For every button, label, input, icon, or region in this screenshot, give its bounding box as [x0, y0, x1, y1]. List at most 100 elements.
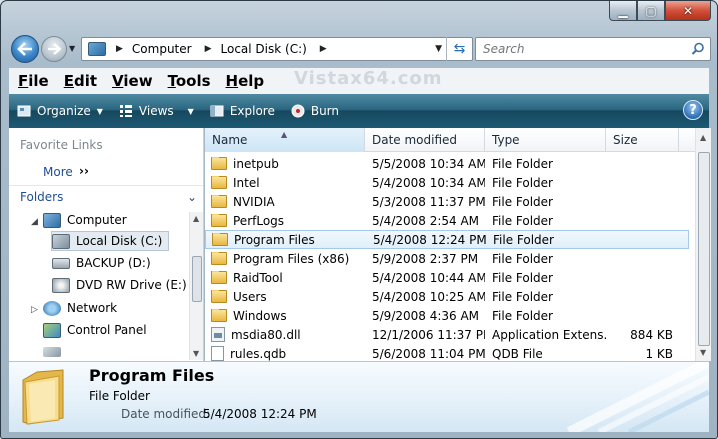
- refresh-icon: ⇆: [453, 41, 466, 57]
- file-row[interactable]: Windows 5/9/2008 4:36 AM File Folder: [205, 306, 689, 325]
- expand-arrow-icon[interactable]: ◢: [31, 217, 38, 227]
- file-row[interactable]: msdia80.dll 12/1/2006 11:37 PM Application…: [205, 325, 689, 344]
- watermark: Vistax64.com: [294, 68, 443, 89]
- scroll-thumb[interactable]: [192, 256, 202, 302]
- file-list-scrollbar[interactable]: ▲ ▼: [695, 128, 711, 361]
- tree-item-backup[interactable]: BACKUP (D:): [52, 253, 151, 273]
- scroll-down-icon[interactable]: ▼: [700, 348, 706, 357]
- views-button[interactable]: Views ▼: [119, 104, 194, 118]
- file-type: QDB File: [492, 346, 543, 361]
- folder-icon: [212, 232, 228, 246]
- scroll-down-icon[interactable]: ▼: [193, 349, 199, 358]
- file-row[interactable]: PerfLogs 5/4/2008 2:54 AM File Folder: [205, 211, 689, 230]
- file-type: File Folder: [492, 213, 553, 228]
- folders-heading[interactable]: Folders: [20, 190, 63, 204]
- scroll-up-icon[interactable]: ▲: [700, 133, 706, 142]
- forward-button[interactable]: [41, 36, 67, 62]
- minimize-button[interactable]: ▁: [609, 1, 637, 21]
- tree-item-label: Local Disk (C:): [76, 234, 163, 248]
- breadcrumb-separator-icon[interactable]: ▶: [205, 44, 212, 54]
- column-type[interactable]: Type: [485, 128, 606, 152]
- views-label: Views: [138, 104, 174, 118]
- file-size: 1 KB: [645, 346, 673, 361]
- address-dropdown-icon[interactable]: ▼: [435, 44, 442, 54]
- breadcrumb-separator-icon[interactable]: ▶: [116, 44, 123, 54]
- menu-help[interactable]: Help: [226, 72, 265, 90]
- file-list: ▲ Name Date modified Type Size inetpub 5/…: [205, 128, 711, 361]
- file-row[interactable]: Program Files 5/4/2008 12:24 PM File Folde…: [205, 230, 689, 249]
- file-name-cell[interactable]: rules.qdb: [205, 346, 365, 361]
- search-icon[interactable]: [691, 42, 705, 56]
- search-input[interactable]: [483, 42, 683, 56]
- file-row[interactable]: Program Files (x86) 5/9/2008 2:37 PM File …: [205, 249, 689, 268]
- more-link[interactable]: More: [43, 165, 73, 179]
- caption-buttons: ▁ ▢ ✕: [609, 1, 711, 21]
- file-name-cell[interactable]: RaidTool: [205, 270, 365, 285]
- file-name-cell[interactable]: Intel: [205, 175, 365, 190]
- help-button[interactable]: ?: [683, 100, 703, 120]
- column-name[interactable]: ▲ Name: [205, 128, 365, 152]
- refresh-button[interactable]: ⇆: [446, 37, 472, 61]
- column-date-label: Date modified: [372, 133, 458, 147]
- column-date-modified[interactable]: Date modified: [365, 128, 485, 152]
- file-row[interactable]: Intel 5/4/2008 10:34 AM File Folder: [205, 173, 689, 192]
- collapse-chevron-icon[interactable]: ⌄: [187, 190, 197, 204]
- scroll-up-icon[interactable]: ▲: [193, 214, 199, 223]
- file-row[interactable]: RaidTool 5/4/2008 10:44 AM File Folder: [205, 268, 689, 287]
- organize-button[interactable]: Organize ▼: [17, 104, 103, 118]
- details-date-value: 5/4/2008 12:24 PM: [203, 407, 317, 421]
- breadcrumb-separator-icon[interactable]: ▶: [320, 44, 327, 54]
- address-bar[interactable]: ▶ Computer ▶ Local Disk (C:) ▶ ▼ ⇆: [81, 37, 473, 61]
- file-date-modified: 5/4/2008 12:24 PM: [373, 232, 486, 247]
- maximize-button[interactable]: ▢: [637, 1, 665, 21]
- more-chevron-icon[interactable]: ››: [79, 164, 89, 178]
- burn-label: Burn: [310, 104, 340, 118]
- recent-pages-dropdown-icon[interactable]: ▼: [69, 44, 75, 53]
- column-size[interactable]: Size: [606, 128, 679, 152]
- file-name-cell[interactable]: Users: [205, 289, 365, 304]
- file-name: inetpub: [233, 156, 279, 171]
- breadcrumb-computer[interactable]: Computer: [132, 42, 192, 56]
- sort-ascending-icon: ▲: [281, 130, 288, 139]
- file-name-cell[interactable]: msdia80.dll: [205, 327, 365, 342]
- tree-item-dvd-drive[interactable]: DVD RW Drive (E:): [52, 275, 187, 295]
- tree-item-computer[interactable]: Computer: [43, 210, 127, 230]
- column-size-label: Size: [613, 133, 638, 147]
- divider: [9, 185, 203, 186]
- file-name-cell[interactable]: PerfLogs: [205, 213, 365, 228]
- scroll-thumb[interactable]: [698, 152, 710, 346]
- maximize-icon: ▢: [645, 3, 657, 18]
- back-button[interactable]: [11, 35, 39, 63]
- file-name: PerfLogs: [233, 213, 285, 228]
- search-box[interactable]: [475, 37, 711, 61]
- close-button[interactable]: ✕: [665, 1, 711, 21]
- tree-item-local-disk[interactable]: Local Disk (C:): [51, 231, 170, 251]
- tree-item-partial[interactable]: [43, 342, 67, 362]
- folder-icon: [211, 194, 227, 208]
- file-name-cell[interactable]: NVIDIA: [205, 194, 365, 209]
- help-icon: ?: [689, 102, 697, 118]
- menu-view[interactable]: View: [112, 72, 153, 90]
- file-date-modified: 5/9/2008 4:36 AM: [372, 308, 480, 323]
- explore-button[interactable]: Explore: [210, 104, 275, 118]
- burn-button[interactable]: Burn: [291, 104, 339, 118]
- file-row[interactable]: inetpub 5/5/2008 10:34 AM File Folder: [205, 154, 689, 173]
- file-name-cell[interactable]: Program Files (x86): [205, 251, 365, 266]
- file-name-cell[interactable]: Windows: [205, 308, 365, 323]
- menu-bar: File Edit View Tools Help Vistax64.com: [9, 68, 709, 94]
- file-name-cell[interactable]: Program Files: [206, 232, 366, 247]
- navigation-scrollbar[interactable]: ▲ ▼: [189, 212, 203, 360]
- tree-item-network[interactable]: Network: [43, 298, 117, 318]
- file-name: rules.qdb: [230, 346, 287, 361]
- expand-arrow-icon[interactable]: ▷: [31, 305, 38, 315]
- file-row[interactable]: Users 5/4/2008 10:25 AM File Folder: [205, 287, 689, 306]
- file-date-modified: 5/4/2008 10:34 AM: [372, 175, 485, 190]
- file-date-modified: 5/6/2008 11:04 PM: [372, 346, 485, 361]
- menu-tools[interactable]: Tools: [168, 72, 211, 90]
- tree-item-control-panel[interactable]: Control Panel: [43, 320, 147, 340]
- file-row[interactable]: NVIDIA 5/3/2008 11:37 PM File Folder: [205, 192, 689, 211]
- menu-file[interactable]: File: [18, 72, 49, 90]
- file-name-cell[interactable]: inetpub: [205, 156, 365, 171]
- breadcrumb-local-disk[interactable]: Local Disk (C:): [221, 42, 307, 56]
- menu-edit[interactable]: Edit: [64, 72, 97, 90]
